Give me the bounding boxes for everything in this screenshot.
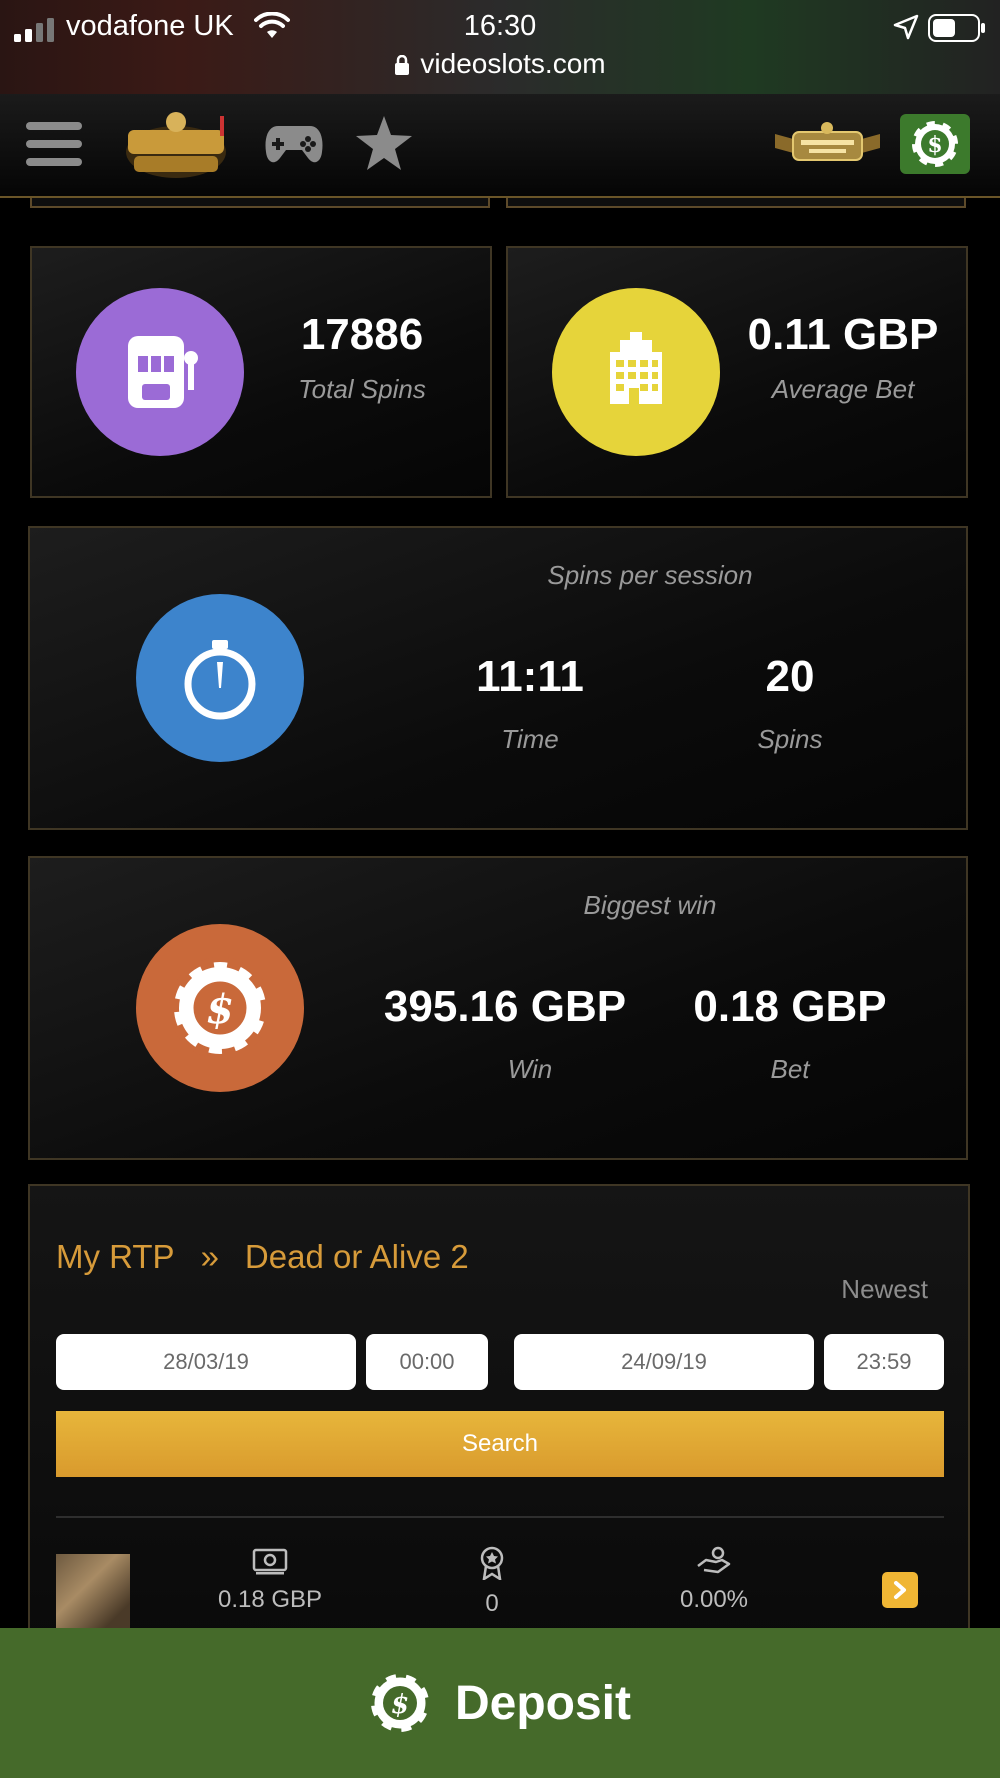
- session-spins-value: 20: [765, 652, 815, 701]
- casino-chip-icon: $: [368, 1672, 431, 1734]
- url-bar[interactable]: videoslots.com: [0, 48, 1000, 80]
- menu-icon[interactable]: [26, 122, 82, 166]
- to-date-field[interactable]: 24/09/19: [514, 1334, 814, 1390]
- total-spins-label: Total Spins: [298, 374, 426, 404]
- casino-chip-icon: $: [910, 119, 960, 169]
- svg-text:$: $: [206, 986, 234, 1033]
- biggest-win-label: Win: [507, 1054, 553, 1084]
- deposit-label: Deposit: [454, 1676, 631, 1730]
- biggest-win-title: Biggest win: [583, 890, 717, 920]
- divider: [56, 1516, 944, 1518]
- total-spins-value: 17886: [300, 310, 424, 359]
- rtp-breadcrumb-game: Dead or Alive 2: [244, 1238, 469, 1275]
- rtp-breadcrumb: My RTP » Dead or Alive 2: [56, 1238, 469, 1276]
- biggest-win-bet-label: Bet: [770, 1054, 810, 1084]
- slot-machine-icon: [76, 288, 244, 456]
- chevron-right-icon: [894, 1581, 906, 1599]
- breadcrumb-separator: »: [200, 1238, 219, 1275]
- svg-text:$: $: [391, 1690, 409, 1720]
- session-time-value: 11:11: [476, 652, 584, 701]
- average-bet-label: Average Bet: [771, 374, 915, 404]
- spins-per-session-card: Spins per session 11:11 Time 20 Spins: [28, 526, 968, 830]
- previous-card-edge: [506, 198, 966, 208]
- to-time-field[interactable]: 23:59: [824, 1334, 944, 1390]
- row-rank-value: 0: [485, 1590, 499, 1617]
- game-thumbnail[interactable]: [56, 1554, 130, 1628]
- bet-column: 0.18 GBP: [190, 1546, 350, 1614]
- row-rtp-value: 0.00%: [679, 1586, 749, 1613]
- svg-text:$: $: [927, 132, 942, 158]
- row-bet-value: 0.18 GBP: [217, 1586, 323, 1613]
- session-title: Spins per session: [547, 560, 753, 590]
- cash-icon: [252, 1548, 288, 1575]
- rank-column: 0: [412, 1546, 572, 1618]
- stats-content: 17886 Total Spins 0.11 GBP Average Bet S…: [0, 198, 1000, 1628]
- biggest-win-bet-value: 0.18 GBP: [693, 982, 887, 1031]
- from-date-field[interactable]: 28/03/19: [56, 1334, 356, 1390]
- cashier-chip-button[interactable]: $: [900, 114, 970, 174]
- ios-status-bar: vodafone UK 16:30 videoslots.com: [0, 0, 1000, 94]
- award-ribbon-icon: [480, 1546, 504, 1580]
- rtp-breadcrumb-root[interactable]: My RTP: [56, 1238, 175, 1275]
- search-button[interactable]: Search: [56, 1411, 944, 1477]
- total-spins-card: 17886 Total Spins: [30, 246, 492, 498]
- favorites-star-icon[interactable]: [354, 114, 414, 172]
- gamepad-icon[interactable]: [264, 118, 324, 170]
- sort-newest-link[interactable]: Newest: [841, 1274, 928, 1305]
- row-details-button[interactable]: [882, 1572, 918, 1608]
- casino-chip-icon: $: [136, 924, 304, 1092]
- building-icon: [552, 288, 720, 456]
- hand-coin-icon: [697, 1546, 731, 1574]
- average-bet-value: 0.11 GBP: [747, 310, 939, 359]
- biggest-win-card: Biggest win $ 395.16 GBP Win 0.18 GBP Be…: [28, 856, 968, 1160]
- clock: 16:30: [463, 10, 537, 42]
- biggest-win-value: 395.16 GBP: [383, 982, 627, 1031]
- session-time-label: Time: [501, 724, 559, 754]
- previous-card-edge: [30, 198, 490, 208]
- videoslots-logo[interactable]: [120, 108, 232, 182]
- stopwatch-icon: [136, 594, 304, 762]
- session-spins-label: Spins: [757, 724, 823, 754]
- site-header: $: [0, 94, 1000, 198]
- battle-of-slots-badge[interactable]: [775, 120, 880, 170]
- url-text: videoslots.com: [420, 48, 606, 79]
- lock-icon: [395, 55, 410, 75]
- battery-icon: [928, 14, 985, 42]
- rtp-column: 0.00%: [634, 1546, 794, 1614]
- deposit-button[interactable]: $ Deposit: [0, 1628, 1000, 1778]
- location-arrow-icon: [893, 14, 919, 40]
- average-bet-card: 0.11 GBP Average Bet: [506, 246, 968, 498]
- my-rtp-card: My RTP » Dead or Alive 2 Newest 28/03/19 0…: [28, 1184, 970, 1628]
- from-time-field[interactable]: 00:00: [366, 1334, 488, 1390]
